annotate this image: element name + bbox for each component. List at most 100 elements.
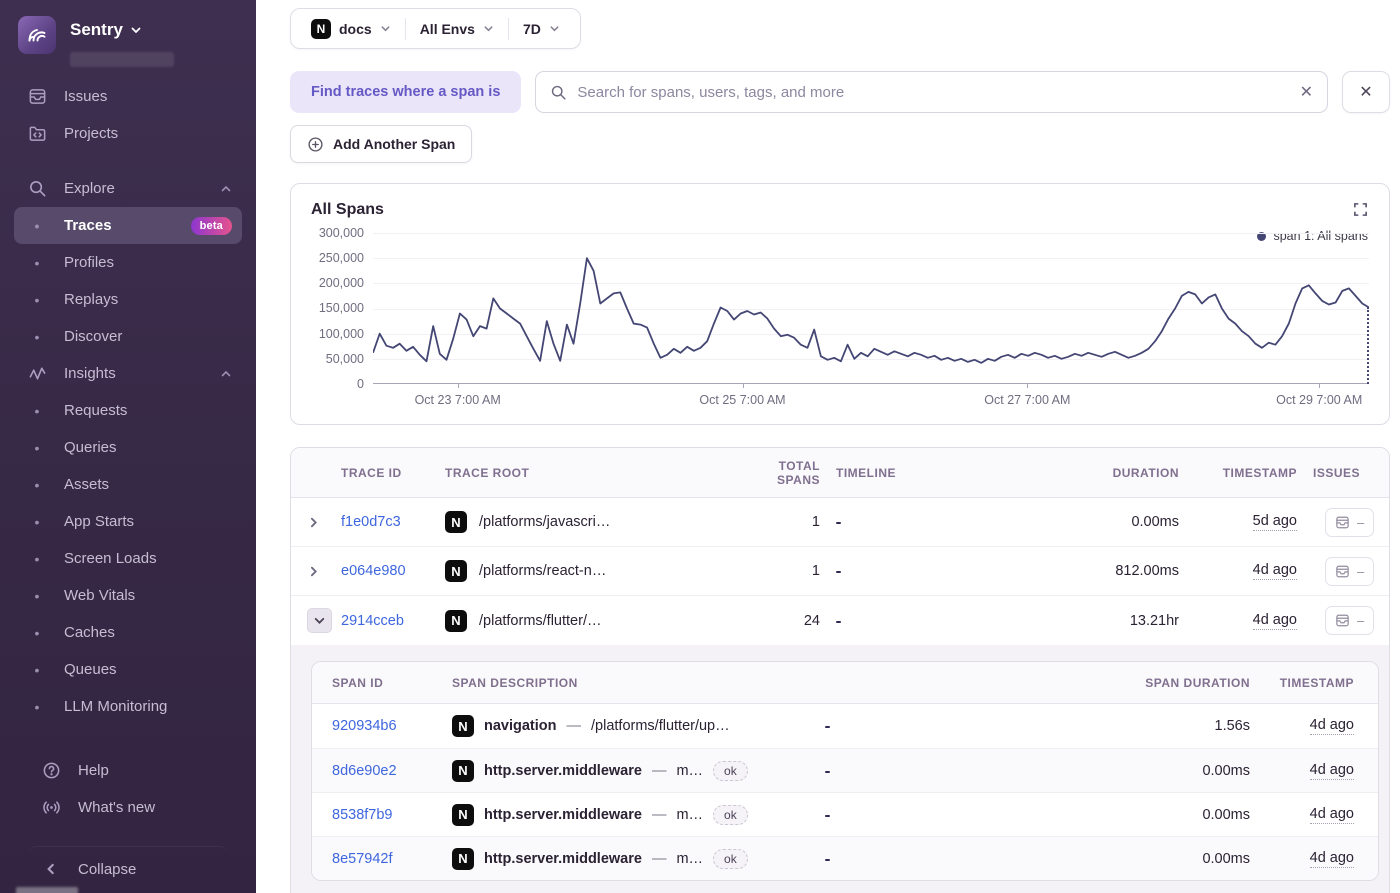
bullet-icon: • [34,291,40,308]
issues-button[interactable]: – [1325,606,1375,635]
timestamp-link[interactable]: 4d ago [1252,562,1297,580]
sidebar-nav: Issues Projects Explore • Traces beta • … [0,64,256,883]
timestamp-link[interactable]: 4d ago [1309,806,1354,824]
sidebar-item-label: Issues [64,88,108,105]
sidebar-item-whats-new[interactable]: What's new [28,789,228,826]
remove-span-button[interactable]: ✕ [1342,71,1390,113]
timestamp-link[interactable]: 4d ago [1309,717,1354,735]
span-search-input[interactable] [577,83,1290,101]
nextjs-platform-icon: N [452,715,474,737]
sidebar-item-discover[interactable]: • Discover [14,318,242,355]
sidebar-item-llm-monitoring[interactable]: • LLM Monitoring [14,688,242,725]
environment-filter[interactable]: All Envs [406,9,508,48]
span-id-link[interactable]: 8e57942f [332,851,452,867]
nextjs-platform-icon: N [445,560,467,582]
span-id-link[interactable]: 920934b6 [332,718,452,734]
broadcast-icon [40,798,62,817]
col-timestamp: TIMESTAMP [1222,465,1297,480]
sidebar-item-requests[interactable]: • Requests [14,392,242,429]
duration-value: 0.00ms [1131,514,1179,530]
sidebar-item-label: Help [78,762,109,779]
sidebar-item-queries[interactable]: • Queries [14,429,242,466]
all-spans-line-series [373,233,1369,384]
trace-root-text: /platforms/javascri… [479,514,611,530]
span-duration-value: 1.56s [1214,718,1250,734]
span-description-text: m… [676,806,704,823]
issues-button[interactable]: – [1325,507,1375,537]
sidebar-item-queues[interactable]: • Queues [14,651,242,688]
chevron-down-icon [550,26,559,32]
span-row[interactable]: 8d6e90e2 N http.server.middleware — m… o… [312,748,1378,792]
trace-root-text: /platforms/flutter/… [479,612,602,629]
trace-id-link[interactable]: f1e0d7c3 [341,514,445,530]
sidebar-item-web-vitals[interactable]: • Web Vitals [14,577,242,614]
project-filter[interactable]: N docs [297,9,405,48]
issues-button[interactable]: – [1325,556,1375,586]
issues-icon [1336,614,1349,627]
span-duration-value: 0.00ms [1202,850,1250,867]
separator-dash: — [566,718,582,734]
sidebar-item-projects[interactable]: Projects [14,115,242,152]
sidebar-item-caches[interactable]: • Caches [14,614,242,651]
clear-search-icon[interactable]: ✕ [1300,82,1313,102]
timestamp-link[interactable]: 4d ago [1309,762,1354,780]
bullet-icon: • [34,254,40,271]
expand-row-icon[interactable] [307,565,341,578]
span-row[interactable]: 8e57942f N http.server.middleware — m… o… [312,836,1378,880]
span-id-link[interactable]: 8538f7b9 [332,807,452,823]
span-row[interactable]: 8538f7b9 N http.server.middleware — m… o… [312,792,1378,836]
sidebar-section-insights[interactable]: Insights [14,355,242,392]
sidebar-item-issues[interactable]: Issues [14,78,242,115]
expand-row-icon[interactable] [307,516,341,529]
cut-off-blurred-text [16,887,78,893]
nextjs-platform-icon: N [311,18,331,39]
trace-row[interactable]: e064e980 N/platforms/react-n… 1 812.00ms… [291,547,1389,596]
collapse-row-button[interactable] [307,608,332,633]
trace-row[interactable]: f1e0d7c3 N/platforms/javascri… 1 0.00ms … [291,498,1389,547]
status-badge: ok [713,804,748,825]
sidebar-item-label: Profiles [64,254,115,271]
org-switcher[interactable]: Sentry [0,12,256,67]
timestamp-link[interactable]: 5d ago [1252,513,1297,531]
sidebar-item-assets[interactable]: • Assets [14,466,242,503]
trace-id-link[interactable]: 2914cceb [341,613,445,629]
blurred-org-subtitle [70,52,174,67]
expand-chart-icon[interactable] [1353,202,1368,222]
span-id-link[interactable]: 8d6e90e2 [332,763,452,779]
sidebar-collapse-button[interactable]: Collapse [28,846,228,883]
sidebar-item-replays[interactable]: • Replays [14,281,242,318]
sidebar-item-app-starts[interactable]: • App Starts [14,503,242,540]
span-row[interactable]: 920934b6 N navigation — /platforms/flutt… [312,704,1378,748]
add-another-span-button[interactable]: Add Another Span [290,125,473,163]
sidebar-item-help[interactable]: Help [28,752,228,789]
traces-table: TRACE ID TRACE ROOT TOTAL SPANS TIMELINE… [290,447,1390,893]
timestamp-link[interactable]: 4d ago [1309,850,1354,868]
sidebar-item-label: Screen Loads [64,550,157,567]
date-range-filter[interactable]: 7D [509,9,574,48]
sidebar-item-label: Queries [64,439,117,456]
sidebar-item-profiles[interactable]: • Profiles [14,244,242,281]
timestamp-link[interactable]: 4d ago [1252,612,1297,630]
sidebar-item-traces[interactable]: • Traces beta [14,207,242,244]
org-name: Sentry [70,20,123,39]
total-spans-value: 1 [811,514,820,530]
bullet-icon: • [34,402,40,419]
col-timeline: TIMELINE [836,465,896,480]
trace-id-link[interactable]: e064e980 [341,563,445,579]
sidebar-footer: Help What's new Collapse [14,752,242,883]
sidebar-section-explore[interactable]: Explore [14,170,242,207]
sidebar-item-screen-loads[interactable]: • Screen Loads [14,540,242,577]
col-span-id: SPAN ID [332,675,384,690]
chevron-down-icon [381,26,390,32]
issues-count-dash: – [1357,563,1365,579]
col-duration: DURATION [1112,465,1179,480]
environment-filter-value: All Envs [419,20,475,37]
section-label: Insights [64,365,116,382]
chart-plot-area[interactable] [373,233,1369,384]
spans-table-header: SPAN ID SPAN DESCRIPTION SPAN DURATION T… [312,662,1378,704]
find-traces-label: Find traces where a span is [290,71,522,113]
chevron-left-icon [40,862,62,876]
nextjs-platform-icon: N [452,803,474,826]
col-span-timestamp: TIMESTAMP [1279,675,1354,690]
trace-row-expanded[interactable]: 2914cceb N/platforms/flutter/… 24 13.21h… [291,596,1389,645]
